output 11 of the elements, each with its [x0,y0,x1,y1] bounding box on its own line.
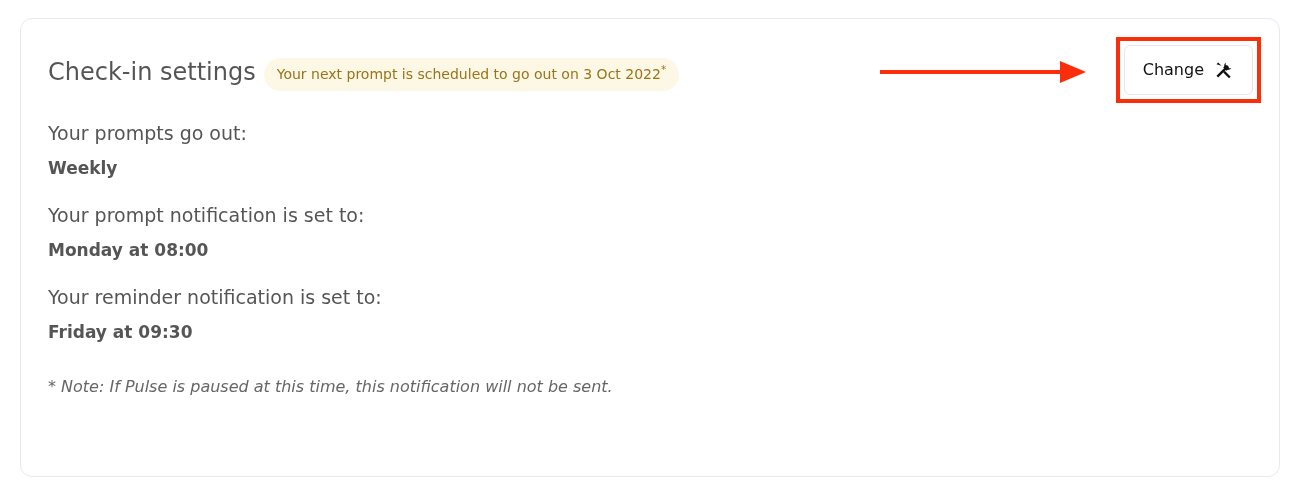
change-button[interactable]: Change [1123,45,1253,95]
setting-value: Monday at 08:00 [48,238,210,262]
setting-value: Friday at 09:30 [48,320,194,344]
setting-label: Your prompts go out: [48,121,248,146]
footnote: * Note: If Pulse is paused at this time, this notification will not be sent. [48,376,614,398]
setting-label: Your reminder notification is set to: [48,285,383,310]
setting-label: Your prompt notification is set to: [48,203,366,228]
tools-icon [1214,60,1234,80]
card-title: Check-in settings [48,57,256,88]
schedule-badge: Your next prompt is scheduled to go out on 3 Oct 2022$^{*}$ [263,57,680,91]
setting-value: Weekly [48,156,119,180]
